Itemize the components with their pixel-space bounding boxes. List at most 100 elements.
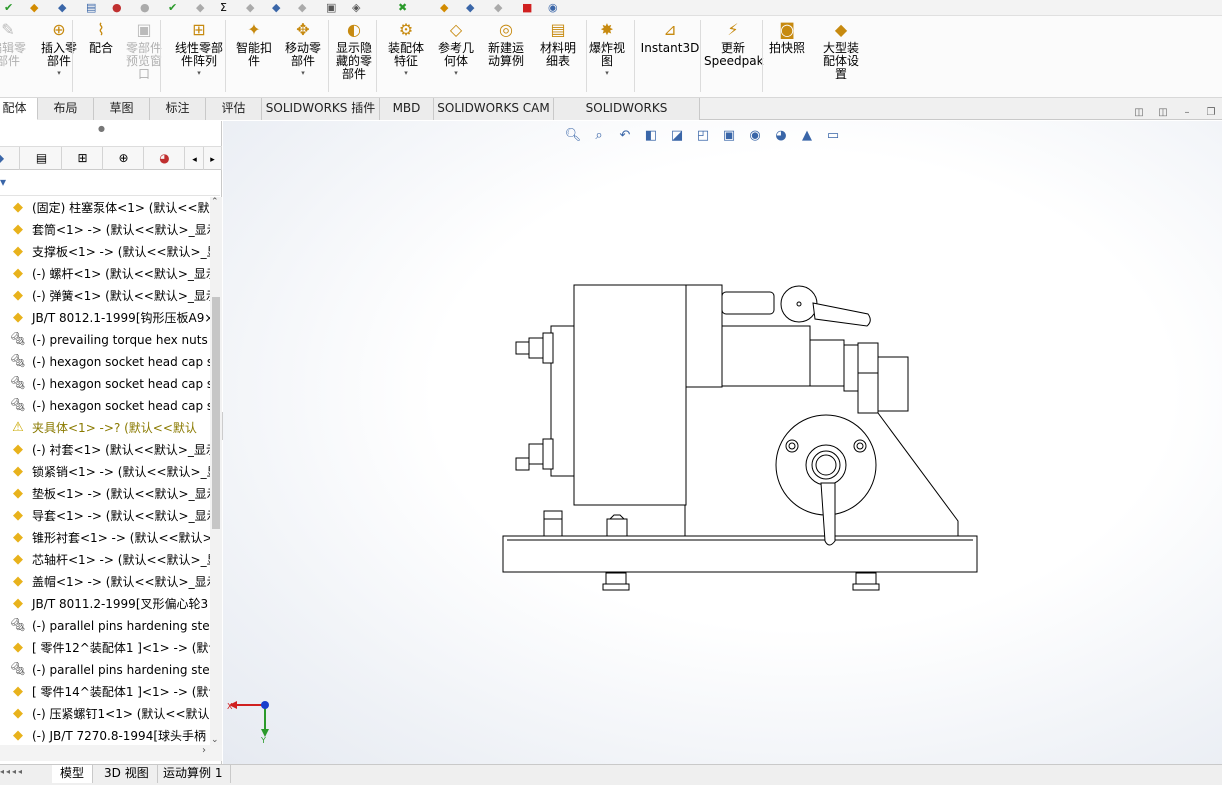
tab-4[interactable]: 评估 (206, 98, 262, 120)
tree-scroll-thumb[interactable] (212, 297, 220, 529)
bom-button[interactable]: ▤ 材料明 细表 (534, 20, 582, 68)
tree-item[interactable]: ◆ 芯轴杆<1> -> (默认<<默认>_显 (0, 549, 210, 571)
tree-item[interactable]: ◆ 支撑板<1> -> (默认<<默认>_显 (0, 241, 210, 263)
sigma-icon[interactable]: Σ (220, 1, 227, 15)
tree-item[interactable]: ◆ JB/T 8011.2-1999[叉形偏心轮3 (0, 593, 210, 615)
edit-component-button[interactable]: ✎ 编辑零 部件 (0, 20, 28, 68)
tab-6[interactable]: MBD (380, 98, 434, 120)
tree-item[interactable]: ◆ 导套<1> -> (默认<<默认>_显示 (0, 505, 210, 527)
tree-item[interactable]: ◆ (-) 螺杆<1> (默认<<默认>_显示 (0, 263, 210, 285)
tree-item[interactable]: ◆ (-) 弹簧<1> (默认<<默认>_显示 (0, 285, 210, 307)
tab-0[interactable]: 配体 (0, 98, 38, 120)
linear-pattern-button[interactable]: ⊞ 线性零部 件阵列 ▾ (170, 20, 228, 78)
tool-icon[interactable]: ◆ (440, 1, 448, 15)
panel-tabs-scroll-left[interactable]: ◂ (186, 147, 204, 170)
dropdown-arrow-icon[interactable]: ▾ (170, 68, 228, 78)
panel-grip-icon[interactable]: ● (98, 124, 105, 133)
tab-3[interactable]: 标注 (150, 98, 206, 120)
tool-icon[interactable]: ◆ (298, 1, 306, 15)
tree-item[interactable]: 🔩︎ (-) hexagon socket head cap s (0, 351, 210, 373)
tree-item[interactable]: ◆ JB/T 8012.1-1999[钩形压板A9× (0, 307, 210, 329)
display-manager-tab[interactable]: ◕ (145, 147, 185, 170)
tree-item[interactable]: ◆ 垫板<1> -> (默认<<默认>_显示 (0, 483, 210, 505)
tab-8[interactable]: SOLIDWORKS Inspection (554, 98, 700, 136)
instant3d-button[interactable]: ⊿ Instant3D (640, 20, 700, 55)
large-assembly-button[interactable]: ◆ 大型装 配体设 置 (815, 20, 867, 81)
tree-item[interactable]: ◆ 锥形衬套<1> -> (默认<<默认> (0, 527, 210, 549)
configuration-manager-tab[interactable]: ⊞ (63, 147, 103, 170)
tree-item[interactable]: ⚠ 夹具体<1> ->? (默认<<默认 (0, 417, 210, 439)
tool-icon[interactable]: ▣ (326, 1, 336, 15)
tree-item[interactable]: 🔩︎ (-) parallel pins hardening ste (0, 615, 210, 637)
tool-icon[interactable]: ◈ (352, 1, 360, 15)
tool-icon[interactable]: ◆ (58, 1, 66, 15)
tree-item[interactable]: ◆ (-) JB/T 7270.8-1994[球头手柄 (0, 725, 210, 745)
tab-5[interactable]: SOLIDWORKS 插件 (262, 98, 380, 120)
tool-icon[interactable]: ◆ (196, 1, 204, 15)
dimxpert-tab[interactable]: ⊕ (104, 147, 144, 170)
tree-item[interactable]: ◆ [ 零件12^装配体1 ]<1> -> (默认 (0, 637, 210, 659)
tool-icon[interactable]: ◆ (246, 1, 254, 15)
tree-item[interactable]: 🔩︎ (-) prevailing torque hex nuts (0, 329, 210, 351)
component-preview-button[interactable]: ▣ 零部件 预览窗 口 (118, 20, 170, 81)
tree-item[interactable]: 🔩︎ (-) parallel pins hardening ste (0, 659, 210, 681)
tab-3d-view[interactable]: 3D 视图 (96, 765, 158, 783)
dropdown-arrow-icon[interactable]: ▾ (432, 68, 480, 78)
tree-item[interactable]: ◆ 套筒<1> -> (默认<<默认>_显示 (0, 219, 210, 241)
restore-icon[interactable]: ❐ (1204, 106, 1218, 120)
tool-icon[interactable]: ▤ (86, 1, 96, 15)
tree-item[interactable]: ◆ (-) 压紧螺钉1<1> (默认<<默认> (0, 703, 210, 725)
assembly-features-button[interactable]: ⚙ 装配体 特征 ▾ (382, 20, 430, 78)
tab-model[interactable]: 模型 (52, 765, 94, 783)
tree-item[interactable]: ◆ 锁紧销<1> -> (默认<<默认>_显 (0, 461, 210, 483)
tree-filter[interactable]: ▾ (0, 171, 220, 196)
tool-icon[interactable]: ● (140, 1, 150, 15)
tab-2[interactable]: 草图 (94, 98, 150, 120)
scroll-down-icon[interactable]: ⌄ (211, 735, 219, 745)
new-motion-study-button[interactable]: ◎ 新建运 动算例 (482, 20, 530, 68)
tool-icon[interactable]: ◆ (494, 1, 502, 15)
minimize-icon[interactable]: – (1180, 106, 1194, 120)
filter-icon[interactable]: ▾ (0, 175, 6, 189)
tree-vertical-scrollbar[interactable]: ⌃ ⌄ (210, 197, 222, 745)
panel-tabs-scroll-right[interactable]: ▸ (204, 147, 222, 170)
tool-icon[interactable]: ◆ (466, 1, 474, 15)
mate-button[interactable]: ⌇ 配合 (86, 20, 116, 55)
tool-icon[interactable]: ● (112, 1, 122, 15)
scroll-up-icon[interactable]: ⌃ (211, 197, 219, 207)
tool-icon[interactable]: ◆ (30, 1, 38, 15)
dropdown-arrow-icon[interactable]: ▾ (280, 68, 326, 78)
tool-icon[interactable]: ✔ (168, 1, 177, 15)
tool-icon[interactable]: ✖ (398, 1, 407, 15)
tile-right-icon[interactable]: ◫ (1156, 106, 1170, 120)
exploded-view-button[interactable]: ✸ 爆炸视 图 ▾ (584, 20, 630, 78)
update-speedpak-button[interactable]: ⚡ 更新 Speedpak (704, 20, 764, 68)
scroll-right-icon[interactable]: › (202, 745, 206, 756)
dropdown-arrow-icon[interactable]: ▾ (34, 68, 84, 78)
tab-motion-study[interactable]: 运动算例 1 (155, 765, 232, 783)
tool-icon[interactable]: ◆ (272, 1, 280, 15)
tab-scroll-arrows[interactable]: ◂◂◂◂ (0, 767, 48, 781)
tile-left-icon[interactable]: ◫ (1132, 106, 1146, 120)
take-snapshot-button[interactable]: ◙ 拍快照 (765, 20, 809, 55)
tool-icon[interactable]: ■ (522, 1, 532, 15)
dropdown-arrow-icon[interactable]: ▾ (382, 68, 430, 78)
tool-icon[interactable]: ◉ (548, 1, 558, 15)
reference-geometry-button[interactable]: ◇ 参考几 何体 ▾ (432, 20, 480, 78)
move-component-button[interactable]: ✥ 移动零 部件 ▾ (280, 20, 326, 78)
dropdown-arrow-icon[interactable]: ▾ (584, 68, 630, 78)
checkmark-icon[interactable]: ✔ (4, 1, 13, 15)
tab-7[interactable]: SOLIDWORKS CAM (434, 98, 554, 120)
tab-1[interactable]: 布局 (38, 98, 94, 120)
tree-item[interactable]: ◆ (-) 衬套<1> (默认<<默认>_显示 (0, 439, 210, 461)
graphics-area[interactable]: 🔍︎ ⌕ ↶ ◧ ◪ ◰ ▣ ◉ ◕ ▲ ▭ X Y (223, 121, 1222, 764)
property-manager-tab[interactable]: ▤ (22, 147, 62, 170)
feature-manager-tab[interactable]: ◆ (0, 147, 20, 170)
tree-item[interactable]: 🔩︎ (-) hexagon socket head cap s (0, 373, 210, 395)
tree-item[interactable]: ◆ (固定) 柱塞泵体<1> (默认<<默认 (0, 197, 210, 219)
insert-component-button[interactable]: ⊕ 插入零 部件 ▾ (34, 20, 84, 78)
smart-fasteners-button[interactable]: ✦ 智能扣 件 (232, 20, 276, 68)
tree-item[interactable]: ◆ 盖帽<1> -> (默认<<默认>_显示 (0, 571, 210, 593)
tree-item[interactable]: ◆ [ 零件14^装配体1 ]<1> -> (默认 (0, 681, 210, 703)
tree-horizontal-scrollbar[interactable]: › (0, 745, 222, 761)
